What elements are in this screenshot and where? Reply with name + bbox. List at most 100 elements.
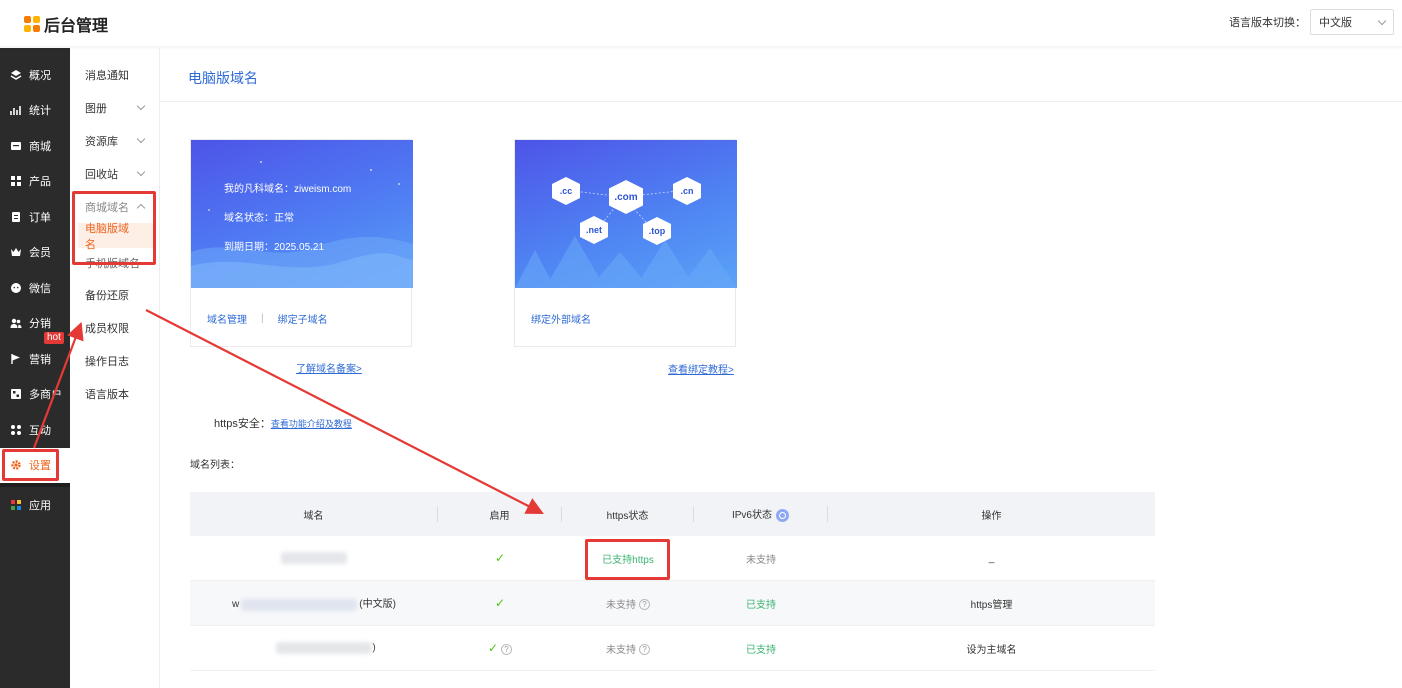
blurred-domain	[241, 598, 358, 611]
enabled-cell: ✓?	[438, 641, 562, 655]
domain-suffix: )	[372, 642, 376, 654]
https-intro-link[interactable]: 查看功能介绍及教程	[271, 419, 352, 429]
flag-icon	[10, 353, 22, 365]
https-security-row: https安全：查看功能介绍及教程	[214, 415, 352, 431]
store-icon	[10, 140, 22, 152]
submenu-item-notifications[interactable]: 消息通知	[70, 58, 159, 91]
https-status-cell: 未支持?	[562, 596, 694, 611]
submenu-item-label: 成员权限	[85, 322, 129, 335]
sidebar-item-label: 多商户	[29, 389, 62, 402]
submenu-item-album[interactable]: 图册	[70, 91, 159, 124]
wechat-icon	[10, 282, 22, 294]
language-select[interactable]: 中文版	[1310, 9, 1394, 35]
blurred-domain	[281, 552, 347, 564]
binding-tutorial-link[interactable]: 查看绑定教程>	[668, 361, 734, 376]
title-divider	[160, 101, 1402, 102]
table-header: 域名 启用 https状态 IPv6状态 操作	[190, 492, 1155, 536]
apps-icon	[10, 424, 22, 436]
column-header-actions: 操作	[981, 510, 1002, 522]
sidebar-item-interaction[interactable]: 互动	[0, 412, 70, 448]
sidebar-item-label: 概况	[29, 69, 51, 82]
bind-external-domain-link[interactable]: 绑定外部域名	[531, 311, 591, 326]
help-icon[interactable]: ?	[501, 643, 513, 655]
highlight-store-domain	[72, 191, 156, 265]
domain-prefix: w	[232, 599, 240, 611]
sidebar-item-label: 会员	[29, 247, 51, 260]
main-content: 电脑版域名 我的凡科域名：ziweism.com 域名状态：正常 到期日期：20…	[160, 48, 1402, 688]
domain-manage-link[interactable]: 域名管理	[207, 311, 247, 326]
help-icon[interactable]: ?	[639, 644, 650, 656]
chevron-down-icon	[136, 167, 146, 177]
domain-cell: )	[190, 642, 438, 654]
sidebar-item-label: 营销	[29, 353, 51, 366]
blurred-domain	[276, 642, 373, 654]
domain-cell: w (中文版)	[190, 595, 438, 611]
submenu-item-logs[interactable]: 操作日志	[70, 344, 159, 377]
app-logo[interactable]: 后台管理	[24, 12, 108, 36]
domain-filing-link[interactable]: 了解域名备案>	[296, 360, 362, 375]
highlight-https-status	[585, 539, 670, 580]
sidebar-item-label: 微信	[29, 282, 51, 295]
enabled-check-icon: ✓	[494, 551, 506, 565]
enabled-check-icon: ✓	[487, 641, 499, 655]
ipv6-status: 未支持	[746, 554, 776, 566]
language-label: 语言版本切换：	[1229, 17, 1306, 29]
submenu-item-label: 图册	[85, 102, 107, 115]
sidebar-item-marketing[interactable]: hot 营销	[0, 332, 70, 377]
column-header-domain: 域名	[190, 506, 438, 522]
bind-subdomain-link[interactable]: 绑定子域名	[278, 311, 328, 326]
sidebar-item-overview[interactable]: 概况	[0, 57, 70, 93]
shop-icon	[10, 388, 22, 400]
row-action: _	[988, 552, 995, 564]
sidebar-item-stats[interactable]: 统计	[0, 93, 70, 129]
page-title: 电脑版域名	[188, 70, 258, 86]
sidebar-item-apps[interactable]: 应用	[0, 487, 70, 523]
sidebar-item-label: 产品	[29, 176, 51, 189]
app-title: 后台管理	[44, 18, 109, 35]
chevron-down-icon	[1377, 16, 1387, 25]
chevron-down-icon	[136, 134, 146, 144]
sidebar-item-members[interactable]: 会员	[0, 235, 70, 271]
layers-icon	[10, 69, 22, 81]
ipv6-status: 已支持	[746, 644, 776, 656]
sidebar-item-merchants[interactable]: 多商户	[0, 377, 70, 413]
chevron-down-icon	[136, 101, 146, 111]
ipv6-status: 已支持	[746, 599, 776, 611]
sidebar-item-store[interactable]: 商城	[0, 128, 70, 164]
clipboard-icon	[10, 211, 22, 223]
help-icon[interactable]: ?	[639, 599, 650, 611]
mountain-decoration	[515, 189, 737, 288]
column-header-ipv6: IPv6状态	[694, 506, 828, 522]
free-domain-card: 我的凡科域名：ziweism.com 域名状态：正常 到期日期：2025.05.…	[190, 139, 413, 348]
submenu-item-recycle-bin[interactable]: 回收站	[70, 157, 159, 190]
submenu-item-label: 资源库	[85, 135, 118, 148]
column-header-https: https状态	[562, 506, 694, 522]
sidebar-item-orders[interactable]: 订单	[0, 199, 70, 235]
set-primary-domain-link[interactable]: 设为主域名	[828, 641, 1155, 656]
primary-sidebar: 概况 统计 商城 产品 订单 会员 微信 分销 hot 营销 多商户 互动 设置…	[0, 48, 70, 688]
sidebar-item-label: 应用	[29, 499, 51, 512]
sidebar-item-label: 分销	[29, 318, 51, 331]
sidebar-item-products[interactable]: 产品	[0, 164, 70, 200]
chart-icon	[10, 104, 22, 116]
https-manage-link[interactable]: https管理	[828, 596, 1155, 611]
submenu-item-permissions[interactable]: 成员权限	[70, 311, 159, 344]
ipv6-header-label: IPv6状态	[731, 510, 772, 522]
external-domain-banner: .cc .com .cn .net .top	[515, 140, 737, 288]
ipv6-info-icon[interactable]	[776, 508, 789, 522]
language-value: 中文版	[1319, 17, 1352, 29]
submenu-item-language[interactable]: 语言版本	[70, 377, 159, 410]
domain-suffix: (中文版)	[359, 599, 396, 611]
sidebar-item-wechat[interactable]: 微信	[0, 270, 70, 306]
free-domain-actions: 域名管理 | 绑定子域名	[191, 288, 411, 348]
users-icon	[10, 317, 22, 329]
table-row: ) ✓? 未支持? 已支持 设为主域名	[190, 626, 1155, 671]
table-row: w (中文版) ✓ 未支持? 已支持 https管理	[190, 581, 1155, 626]
submenu-item-resources[interactable]: 资源库	[70, 124, 159, 157]
domain-table: 域名 启用 https状态 IPv6状态 操作 ✓ 已支持https 未支持 _…	[190, 492, 1155, 671]
hot-badge: hot	[44, 332, 64, 344]
domain-status: 域名状态：正常	[224, 213, 294, 224]
submenu-item-backup[interactable]: 备份还原	[70, 278, 159, 311]
free-domain-banner: 我的凡科域名：ziweism.com 域名状态：正常 到期日期：2025.05.…	[191, 140, 413, 288]
sidebar-item-label: 统计	[29, 105, 51, 118]
